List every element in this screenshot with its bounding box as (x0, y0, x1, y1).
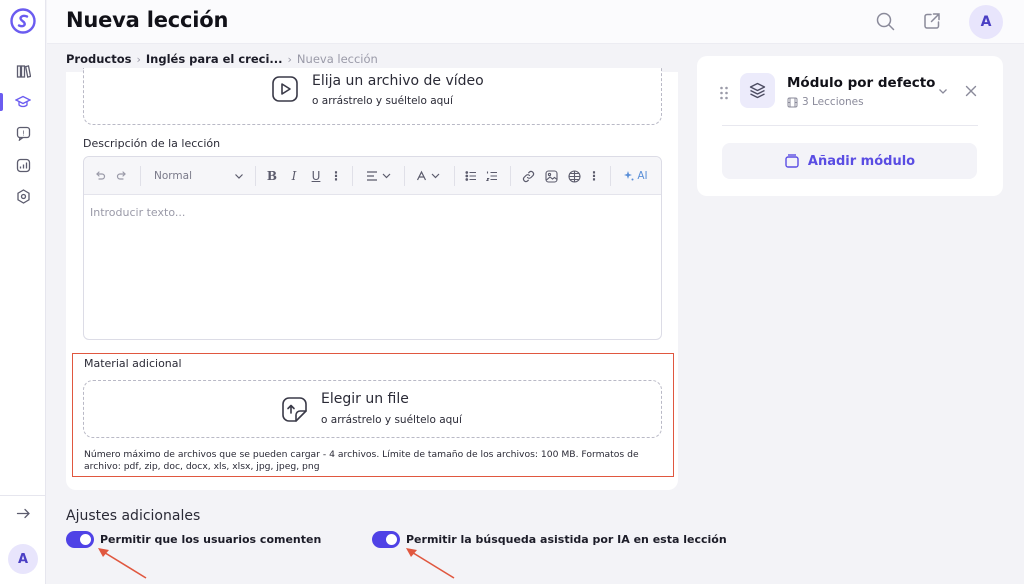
editor-toolbar: Normal B I U ⋮ ⋮ AI (84, 157, 661, 195)
film-icon (787, 97, 798, 107)
rail-divider (0, 495, 46, 496)
redo-icon[interactable] (114, 166, 130, 186)
external-link-icon[interactable] (920, 9, 944, 33)
ai-assist-label: AI (637, 170, 648, 182)
sparkle-icon (624, 171, 634, 181)
annotation-highlight-box (72, 353, 674, 477)
analytics-icon[interactable] (10, 152, 36, 178)
drag-handle-icon[interactable] (719, 85, 729, 100)
svg-text:!: ! (22, 129, 25, 137)
text-color-select-icon[interactable] (414, 166, 446, 186)
ai-assist-button[interactable]: AI (621, 166, 651, 186)
chevron-down-icon[interactable] (934, 82, 952, 100)
more-vertical-icon[interactable]: ⋮ (330, 166, 342, 186)
settings-title: Ajustes adicionales (66, 508, 201, 524)
underline-icon[interactable]: U (308, 166, 324, 186)
description-editor[interactable]: Normal B I U ⋮ ⋮ AI Introducir texto... (83, 156, 662, 340)
add-module-label: Añadir módulo (807, 153, 916, 169)
arrow-right-icon[interactable] (10, 500, 36, 526)
left-rail: ! A (0, 0, 46, 584)
module-name: Módulo por defecto (787, 75, 936, 91)
link-icon[interactable] (520, 166, 536, 186)
panel-divider (722, 125, 978, 126)
user-avatar[interactable]: A (969, 5, 1003, 39)
toggle-ai-search[interactable] (372, 531, 400, 548)
books-icon[interactable] (10, 58, 36, 84)
undo-icon[interactable] (92, 166, 108, 186)
more-vertical-icon[interactable]: ⋮ (588, 166, 600, 186)
breadcrumb-products[interactable]: Productos (66, 52, 131, 66)
breadcrumb-current: Nueva lección (296, 52, 378, 66)
lesson-count-text: 3 Lecciones (802, 96, 864, 108)
breadcrumb-course[interactable]: Inglés para el creci... (146, 52, 283, 66)
chat-question-icon[interactable]: ! (10, 120, 36, 146)
module-stack-icon (785, 154, 799, 168)
italic-icon[interactable]: I (286, 166, 302, 186)
toolbar-divider (510, 166, 511, 186)
text-style-select[interactable]: Normal (154, 166, 244, 186)
align-select-icon[interactable] (364, 166, 396, 186)
toolbar-divider (454, 166, 455, 186)
graduation-cap-icon[interactable] (10, 89, 36, 115)
video-dropzone[interactable]: Elija un archivo de vídeo o arrástrelo y… (83, 68, 662, 125)
numbered-list-icon[interactable] (484, 166, 500, 186)
table-icon[interactable] (566, 166, 582, 186)
rail-avatar[interactable]: A (8, 544, 38, 574)
toolbar-divider (255, 166, 256, 186)
toggle-knob (386, 534, 397, 545)
active-indicator (0, 93, 3, 111)
chevron-down-icon (235, 174, 243, 179)
text-style-value: Normal (154, 170, 192, 182)
add-module-button[interactable]: Añadir módulo (722, 143, 977, 179)
app-logo-icon[interactable] (10, 8, 36, 34)
chevron-right-icon: › (287, 52, 292, 66)
annotation-arrow-icon (98, 548, 147, 579)
breadcrumb: Productos › Inglés para el creci... › Nu… (66, 50, 378, 68)
toolbar-divider (140, 166, 141, 186)
annotation-arrow-icon (406, 548, 455, 579)
search-icon[interactable] (873, 9, 897, 33)
settings-hex-icon[interactable] (10, 183, 36, 209)
bullet-list-icon[interactable] (463, 166, 479, 186)
editor-placeholder: Introducir texto... (90, 206, 186, 219)
module-lesson-count: 3 Lecciones (787, 96, 864, 108)
layers-icon (740, 73, 775, 108)
toolbar-divider (352, 166, 353, 186)
video-dropzone-subtitle: o arrástrelo y suéltelo aquí (312, 95, 453, 107)
image-icon[interactable] (543, 166, 559, 186)
bold-icon[interactable]: B (264, 166, 280, 186)
module-panel: Módulo por defecto 3 Lecciones Añadir mó… (697, 56, 1003, 196)
description-label: Descripción de la lección (83, 137, 221, 150)
top-header: Nueva lección A (47, 0, 1024, 44)
close-icon[interactable] (962, 82, 980, 100)
page-title: Nueva lección (66, 8, 229, 32)
toolbar-divider (404, 166, 405, 186)
toolbar-divider (610, 166, 611, 186)
video-dropzone-title: Elija un archivo de vídeo (312, 73, 484, 89)
play-video-icon (271, 75, 299, 103)
chevron-right-icon: › (136, 52, 141, 66)
